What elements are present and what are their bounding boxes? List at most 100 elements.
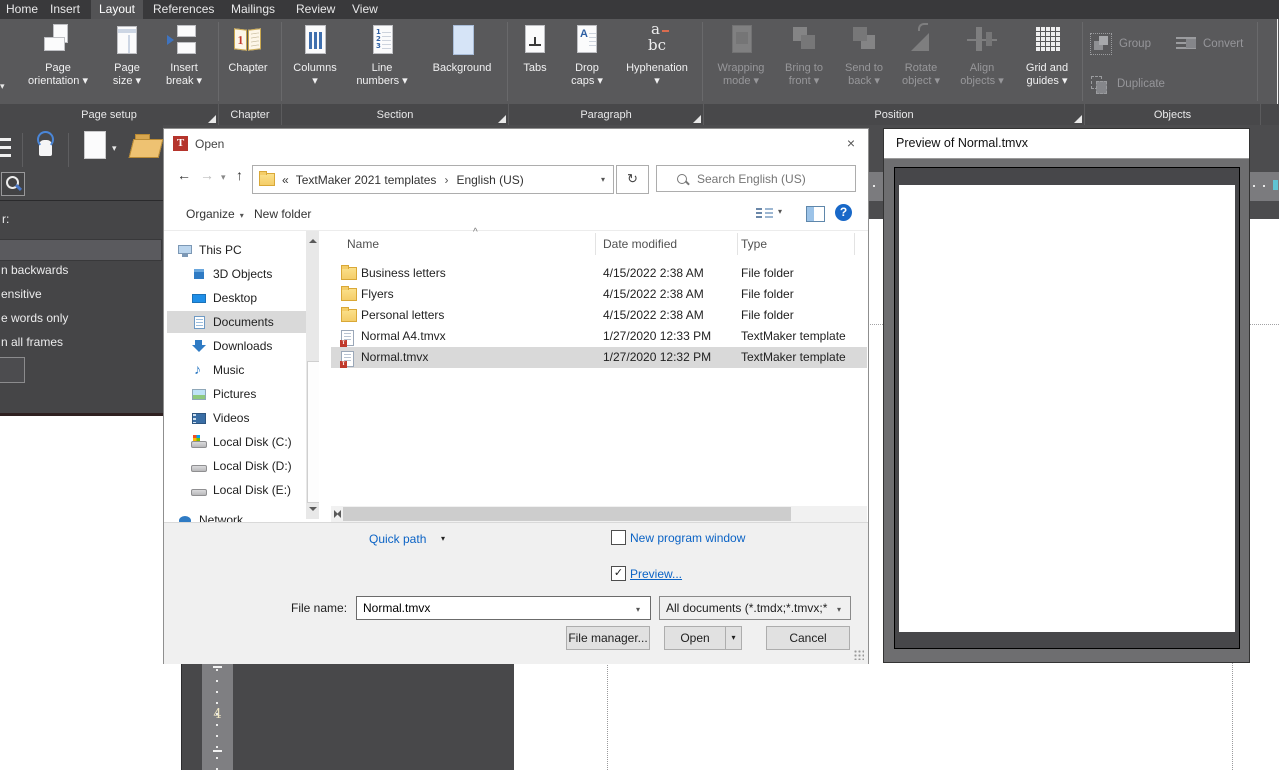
option-search-all-frames[interactable]: n all frames <box>1 335 63 349</box>
file-name-input[interactable] <box>356 596 651 620</box>
new-document-icon[interactable] <box>84 131 106 159</box>
new-program-window-label[interactable]: New program window <box>630 531 745 545</box>
ribbon-button-align-objects[interactable]: Alignobjects ▾ <box>953 23 1011 101</box>
resize-grip[interactable] <box>854 650 864 660</box>
file-row-business-letters[interactable]: Business letters 4/15/2022 2:38 AM File … <box>331 263 867 284</box>
dialog-launcher-icon[interactable] <box>1074 115 1082 123</box>
ribbon-button-convert[interactable]: Convert <box>1176 33 1243 55</box>
chevron-down-icon[interactable]: ▾ <box>221 172 226 183</box>
new-folder-button[interactable]: New folder <box>254 207 311 221</box>
scroll-right-icon[interactable] <box>334 510 342 518</box>
open-folder-icon[interactable] <box>130 133 162 159</box>
breadcrumb-collapse[interactable]: « <box>282 173 289 187</box>
tab-layout[interactable]: Layout <box>91 0 143 19</box>
scroll-down-icon[interactable] <box>309 507 317 515</box>
column-header-date-modified[interactable]: Date modified <box>603 237 677 251</box>
column-header-type[interactable]: Type <box>741 237 767 251</box>
ribbon-button-line-numbers[interactable]: Linenumbers ▾ <box>350 23 414 101</box>
forward-arrow-icon[interactable]: → <box>200 167 214 183</box>
up-arrow-icon[interactable]: ↑ <box>236 167 243 183</box>
ribbon-button-drop-caps[interactable]: Dropcaps ▾ <box>560 23 614 101</box>
preview-label[interactable]: Preview... <box>630 567 682 581</box>
open-split-chevron-icon[interactable]: ▾ <box>725 626 742 650</box>
breadcrumb[interactable]: « TextMaker 2021 templates › English (US… <box>252 165 614 194</box>
new-program-window-checkbox[interactable] <box>611 530 626 545</box>
sidebar-item-downloads[interactable]: Downloads <box>191 335 319 357</box>
tab-review[interactable]: Review <box>290 0 341 19</box>
ruler-right-indent-marker[interactable] <box>1273 180 1278 190</box>
column-header-name[interactable]: Name <box>347 237 379 251</box>
option-case-sensitive[interactable]: ensitive <box>1 287 42 301</box>
dialog-titlebar[interactable]: T Open × <box>164 129 868 159</box>
option-search-backwards[interactable]: n backwards <box>1 263 68 277</box>
tab-home[interactable]: Home <box>0 0 44 19</box>
scrollbar-thumb[interactable] <box>343 507 791 521</box>
preview-pane-icon[interactable] <box>806 206 825 222</box>
search-term-input[interactable] <box>0 239 162 261</box>
sidebar-item-documents[interactable]: Documents <box>167 311 319 333</box>
chevron-down-icon[interactable]: ▾ <box>112 143 117 154</box>
ribbon-button-columns[interactable]: Columns▾ <box>286 23 344 101</box>
search-icon[interactable] <box>1 172 25 196</box>
close-icon[interactable]: × <box>838 131 864 155</box>
help-icon[interactable]: ? <box>835 204 852 221</box>
tab-view[interactable]: View <box>346 0 384 19</box>
hamburger-menu-icon[interactable] <box>0 138 11 160</box>
ribbon-button-bring-to-front[interactable]: Bring tofront ▾ <box>775 23 833 101</box>
sidebar-item-music[interactable]: Music <box>191 359 319 381</box>
ribbon-button-grid-and-guides[interactable]: Grid andguides ▾ <box>1017 23 1077 101</box>
ribbon-button-page-size[interactable]: Pagesize ▾ <box>101 23 153 101</box>
ribbon-button-background[interactable]: Background <box>422 23 502 101</box>
option-whole-words-only[interactable]: e words only <box>1 311 68 325</box>
change-view-icon[interactable] <box>756 207 773 221</box>
sidebar-item-videos[interactable]: Videos <box>191 407 319 429</box>
dialog-launcher-icon[interactable] <box>208 115 216 123</box>
sidebar-item-desktop[interactable]: Desktop <box>191 287 319 309</box>
cancel-button[interactable]: Cancel <box>766 626 850 650</box>
sidebar-scrollbar[interactable] <box>306 231 319 519</box>
tab-insert[interactable]: Insert <box>44 0 86 19</box>
file-type-dropdown[interactable]: All documents (*.tmdx;*.tmvx;* <box>659 596 851 620</box>
dialog-launcher-icon[interactable] <box>498 115 506 123</box>
scrollbar-thumb[interactable] <box>307 361 319 503</box>
ribbon-button-group[interactable]: Group <box>1090 33 1151 55</box>
chevron-down-icon[interactable]: ▾ <box>441 534 445 543</box>
dialog-launcher-icon[interactable] <box>693 115 701 123</box>
chevron-down-icon[interactable]: ▾ <box>636 605 640 614</box>
search-input[interactable] <box>695 171 849 187</box>
ribbon-button-hyphenation[interactable]: Hyphenation▾ <box>616 23 698 101</box>
touch-mode-hand-icon[interactable] <box>30 130 60 162</box>
search-dialog-button-partial[interactable] <box>0 357 25 383</box>
chevron-down-icon[interactable]: ▾ <box>837 605 841 614</box>
breadcrumb-leaf[interactable]: English (US) <box>456 173 523 187</box>
sidebar-item-local-disk-c[interactable]: Local Disk (C:) <box>191 431 319 453</box>
ribbon-button-rotate-object[interactable]: Rotateobject ▾ <box>893 23 949 101</box>
ribbon-button-insert-break[interactable]: Insertbreak ▾ <box>155 23 213 101</box>
chevron-down-icon[interactable]: ▾ <box>778 207 782 216</box>
file-row-flyers[interactable]: Flyers 4/15/2022 2:38 AM File folder <box>331 284 867 305</box>
file-row-personal-letters[interactable]: Personal letters 4/15/2022 2:38 AM File … <box>331 305 867 326</box>
sidebar-item-pictures[interactable]: Pictures <box>191 383 319 405</box>
ribbon-button-wrapping-mode[interactable]: Wrappingmode ▾ <box>711 23 771 101</box>
sidebar-item-local-disk-d[interactable]: Local Disk (D:) <box>191 455 319 477</box>
file-manager-button[interactable]: File manager... <box>566 626 650 650</box>
back-arrow-icon[interactable]: ← <box>177 167 191 183</box>
organize-menu[interactable]: Organize <box>186 207 244 221</box>
open-button[interactable]: Open <box>664 626 726 650</box>
sidebar-item-this-pc[interactable]: This PC <box>177 239 313 261</box>
quick-path-link[interactable]: Quick path <box>369 532 426 546</box>
ribbon-button-chapter[interactable]: Chapter <box>220 23 276 101</box>
ribbon-button-page-orientation[interactable]: Pageorientation ▾ <box>18 23 98 101</box>
chevron-down-icon[interactable]: ▾ <box>0 81 5 92</box>
sidebar-item-local-disk-e[interactable]: Local Disk (E:) <box>191 479 319 501</box>
ribbon-button-tabs[interactable]: Tabs <box>514 23 556 101</box>
ribbon-button-duplicate[interactable]: Duplicate <box>1090 73 1165 95</box>
preview-checkbox[interactable]: ✓ <box>611 566 626 581</box>
tab-mailings[interactable]: Mailings <box>225 0 281 19</box>
file-row-normal-a4-tmvx[interactable]: Normal A4.tmvx 1/27/2020 12:33 PM TextMa… <box>331 326 867 347</box>
refresh-icon[interactable]: ↻ <box>616 165 649 194</box>
sidebar-item-3d-objects[interactable]: 3D Objects <box>191 263 319 285</box>
chevron-down-icon[interactable]: ▾ <box>601 175 605 184</box>
preview-window-titlebar[interactable]: Preview of Normal.tmvx <box>884 129 1249 159</box>
horizontal-scrollbar[interactable] <box>331 506 867 522</box>
